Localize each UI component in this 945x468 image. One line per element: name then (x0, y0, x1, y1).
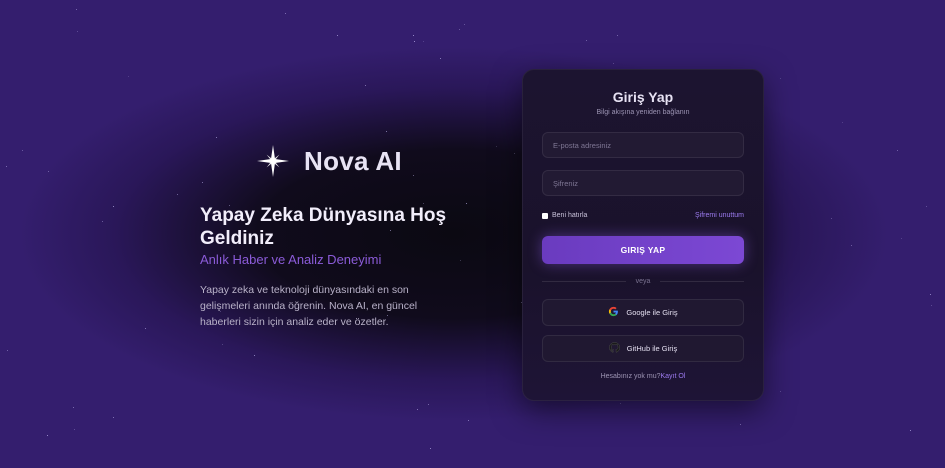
login-subtitle: Bilgi akışına yeniden bağlanın (596, 109, 690, 116)
hero-headline: Yapay Zeka Dünyasına Hoş Geldiniz (200, 205, 447, 249)
star-dot (464, 24, 465, 25)
divider-line (542, 280, 626, 282)
star-dot (386, 131, 387, 132)
star-dot (613, 63, 614, 64)
github-login-button[interactable]: GitHub ile Giriş (542, 335, 744, 362)
star-dot (48, 171, 49, 172)
star-dot (897, 150, 898, 151)
github-icon (608, 340, 620, 358)
star-dot (145, 328, 146, 329)
star-dot (842, 122, 843, 123)
hero-subheadline: Anlık Haber ve Analiz Deneyimi (200, 252, 382, 267)
star-dot (285, 13, 286, 14)
signup-question: Hesabınız yok mu? (600, 373, 661, 380)
divider-line (660, 280, 745, 282)
star-dot (428, 404, 429, 405)
star-dot (740, 424, 741, 425)
star-dot (77, 31, 78, 32)
star-dot (413, 35, 414, 36)
star-dot (6, 166, 7, 167)
password-field-wrapper (542, 170, 744, 196)
star-dot (780, 78, 781, 79)
star-dot (73, 407, 74, 408)
login-submit-button[interactable]: GIRIŞ YAP (542, 236, 744, 264)
star-dot (430, 448, 431, 449)
star-dot (113, 206, 114, 207)
github-login-label: GitHub ile Giriş (626, 344, 678, 353)
star-dot (586, 40, 587, 41)
star-dot (177, 194, 178, 195)
star-dot (202, 182, 203, 183)
star-dot (440, 58, 441, 59)
star-dot (413, 175, 414, 176)
star-dot (414, 41, 415, 42)
signup-link[interactable]: Kayıt Ol (661, 373, 686, 380)
brand: Nova AI (256, 144, 402, 178)
star-dot (423, 41, 424, 42)
remember-label: Beni hatırla (552, 212, 588, 219)
starfield-background (0, 0, 945, 468)
star-dot (254, 355, 255, 356)
login-title: Giriş Yap (612, 89, 674, 105)
signup-prompt: Hesabınız yok mu?Kayıt Ol (522, 373, 764, 380)
brand-name: Nova AI (304, 145, 402, 176)
star-dot (7, 350, 8, 351)
star-dot (459, 29, 460, 30)
star-dot (365, 85, 366, 86)
star-dot (337, 35, 338, 36)
star-dot (128, 76, 129, 77)
star-dot (901, 238, 902, 239)
or-divider: veya (542, 275, 745, 287)
star-dot (851, 245, 852, 246)
divider-text: veya (635, 277, 651, 285)
google-login-button[interactable]: Google ile Giriş (542, 299, 744, 326)
star-dot (466, 203, 467, 204)
star-dot (102, 221, 103, 222)
star-dot (76, 9, 77, 10)
star-dot (22, 150, 23, 151)
star-dot (910, 430, 911, 431)
hero-description: Yapay zeka ve teknoloji dünyasındaki en … (200, 284, 418, 328)
remember-me[interactable]: Beni hatırla (542, 212, 587, 219)
email-field[interactable] (543, 133, 743, 157)
star-dot (620, 403, 621, 404)
star-dot (216, 137, 217, 138)
password-field[interactable] (543, 171, 743, 195)
sparkle-star-icon (256, 144, 290, 178)
star-dot (780, 391, 781, 392)
star-dot (931, 305, 932, 306)
forgot-password-link[interactable]: Şifremi unuttum (695, 212, 744, 219)
google-icon (608, 304, 619, 322)
star-dot (47, 435, 48, 436)
remember-checkbox[interactable] (542, 212, 548, 219)
star-dot (222, 344, 223, 345)
star-dot (113, 417, 114, 418)
star-dot (617, 35, 618, 36)
star-dot (460, 260, 461, 261)
star-dot (74, 429, 75, 430)
star-dot (514, 153, 515, 154)
star-dot (496, 146, 497, 147)
login-card: Giriş Yap Bilgi akışına yeniden bağlanın… (522, 69, 764, 401)
email-field-wrapper (542, 132, 744, 158)
star-dot (926, 206, 927, 207)
star-dot (417, 409, 418, 410)
google-login-label: Google ile Giriş (626, 308, 678, 317)
star-dot (831, 218, 832, 219)
star-dot (930, 294, 931, 295)
star-dot (468, 420, 469, 421)
